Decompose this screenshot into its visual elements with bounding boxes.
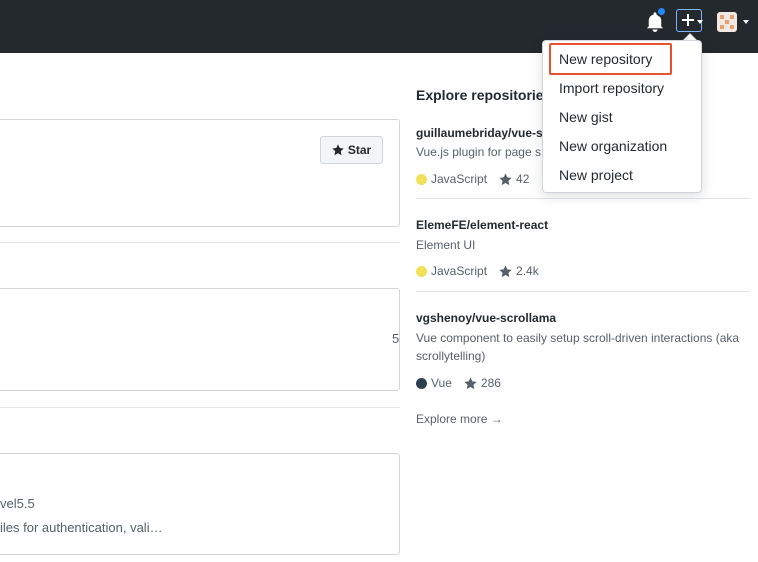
plus-icon	[682, 14, 694, 26]
menu-item-new-repository[interactable]: New repository	[559, 51, 652, 67]
repo-divider	[416, 198, 750, 199]
menu-item-import-repository[interactable]: Import repository	[559, 80, 664, 96]
language-color-dot	[416, 377, 427, 389]
star-button-label: Star	[347, 143, 372, 157]
star-icon	[499, 264, 512, 277]
star-icon	[464, 376, 477, 389]
avatar-chevron-down-icon[interactable]	[743, 20, 749, 24]
repo-description: Element UI	[416, 238, 476, 252]
repo-link[interactable]: guillaumebriday/vue-s	[416, 126, 543, 140]
explore-more-link[interactable]: Explore more →	[416, 412, 503, 426]
repo-language: JavaScript	[431, 264, 488, 278]
avatar[interactable]	[717, 12, 737, 32]
feed-divider	[0, 407, 400, 408]
menu-item-new-project[interactable]: New project	[559, 167, 633, 183]
repo-link[interactable]: ElemeFE/element-react	[416, 218, 548, 232]
repo-divider	[416, 291, 750, 292]
repo-link[interactable]: vgshenoy/vue-scrollama	[416, 311, 556, 325]
feed-card-description: iles for authentication, vali…	[0, 520, 163, 535]
repo-meta: JavaScript 42	[416, 172, 529, 186]
star-icon	[332, 144, 344, 156]
feed-card	[0, 288, 400, 391]
notification-indicator	[656, 6, 667, 17]
repo-language: Vue	[431, 376, 452, 390]
menu-item-new-gist[interactable]: New gist	[559, 109, 613, 125]
create-new-dropdown: New repository Import repository New gis…	[542, 40, 702, 193]
create-new-button[interactable]	[676, 9, 703, 32]
repo-description: Vue component to easily setup scroll-dri…	[416, 331, 740, 363]
repo-language: JavaScript	[431, 172, 488, 186]
repo-meta: JavaScript 2.4k	[416, 264, 539, 278]
menu-item-new-organization[interactable]: New organization	[559, 138, 667, 154]
repo-meta: Vue 286	[416, 376, 501, 390]
language-color-dot	[416, 173, 427, 185]
feed-card-text: vel5.5	[0, 496, 35, 511]
repo-stars[interactable]: 2.4k	[516, 264, 539, 278]
star-icon	[499, 172, 512, 185]
star-button[interactable]: Star	[320, 136, 383, 164]
language-color-dot	[416, 265, 427, 277]
feed-divider	[0, 242, 400, 243]
repo-stars[interactable]: 286	[481, 376, 501, 390]
feed-card-text: 5	[392, 331, 400, 346]
repo-stars[interactable]: 42	[516, 172, 529, 186]
explore-title: Explore repositorie	[416, 87, 544, 103]
chevron-down-icon	[697, 20, 703, 24]
feed-card	[0, 453, 400, 555]
